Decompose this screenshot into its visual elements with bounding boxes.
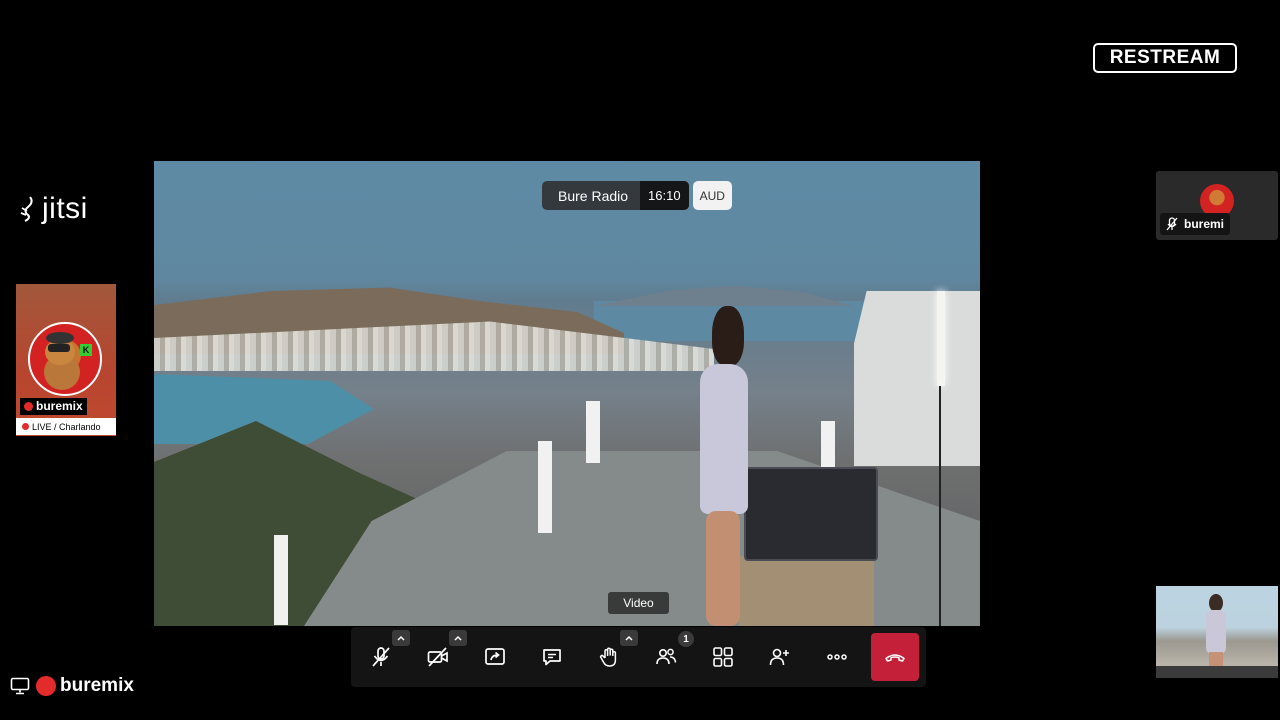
participants-icon: [656, 648, 677, 665]
stream-info-pill: Bure Radio 16:10 AUD: [542, 181, 732, 210]
participant-tile-buremi[interactable]: buremi: [1156, 171, 1278, 240]
live-dot-icon: [24, 401, 33, 411]
scene-mountain: [594, 286, 854, 306]
hangup-icon: [885, 654, 905, 662]
scene-post: [821, 421, 835, 471]
participant-name-label: buremix: [20, 398, 87, 415]
participant-name: buremi: [1184, 217, 1225, 231]
camera-off-icon: [427, 647, 448, 667]
mic-toggle-button[interactable]: [361, 637, 401, 677]
scene-tripod: [939, 386, 941, 626]
scene-house: [854, 291, 980, 466]
jitsi-wordmark: jitsi: [42, 192, 88, 225]
tile-view-button[interactable]: [703, 637, 743, 677]
chat-button[interactable]: [532, 637, 572, 677]
scene-deck: [1156, 666, 1278, 678]
camera-toggle-button[interactable]: [418, 637, 458, 677]
more-icon: [827, 654, 847, 660]
tile-view-icon: [713, 647, 733, 667]
live-dot-icon: [22, 423, 29, 430]
share-screen-icon: [485, 648, 505, 665]
audio-only-badge[interactable]: AUD: [692, 181, 732, 210]
invite-button[interactable]: [760, 637, 800, 677]
jitsi-mark-icon: [20, 196, 33, 222]
stream-timer: 16:10: [640, 181, 689, 210]
video-source-label: Video: [608, 592, 669, 614]
scene-post: [586, 401, 600, 463]
restream-logo: RESTREAM: [1093, 43, 1237, 73]
stream-title: Bure Radio: [558, 187, 629, 204]
hangup-button[interactable]: [871, 633, 919, 681]
more-options-button[interactable]: [817, 637, 857, 677]
participant-name-label: buremi: [1160, 213, 1231, 235]
raise-hand-icon: [599, 647, 617, 667]
participants-count-badge: 1: [678, 631, 694, 647]
k-badge-icon: K: [80, 344, 92, 356]
mic-muted-icon: [1166, 217, 1178, 231]
local-user-name: buremix: [60, 675, 134, 696]
mic-off-icon: [372, 647, 390, 667]
avatar: K: [28, 322, 102, 396]
scene-dj-person: [690, 306, 770, 626]
chat-icon: [543, 649, 561, 666]
scene-post: [538, 441, 552, 533]
scene-light-stand: [937, 291, 945, 386]
jitsi-logo: jitsi: [18, 192, 88, 226]
raise-hand-button[interactable]: [589, 637, 629, 677]
main-video-stage[interactable]: Bure Radio 16:10 AUD: [154, 161, 980, 626]
scene-post: [274, 535, 288, 625]
local-video-thumbnail[interactable]: [1156, 586, 1278, 678]
alf-character-icon: [44, 332, 80, 390]
monitor-icon: [10, 677, 30, 695]
add-person-icon: [769, 648, 789, 666]
participant-name: buremix: [36, 399, 83, 413]
participant-tile-buremix[interactable]: K buremix LIVE / Charlando: [16, 284, 116, 436]
participant-status-bar: LIVE / Charlando: [16, 418, 116, 435]
meeting-toolbar: [351, 627, 926, 687]
local-user-label: buremix: [10, 675, 134, 697]
live-dot-icon: [36, 676, 56, 696]
participant-status-text: LIVE / Charlando: [32, 421, 101, 432]
share-screen-button[interactable]: [475, 637, 515, 677]
